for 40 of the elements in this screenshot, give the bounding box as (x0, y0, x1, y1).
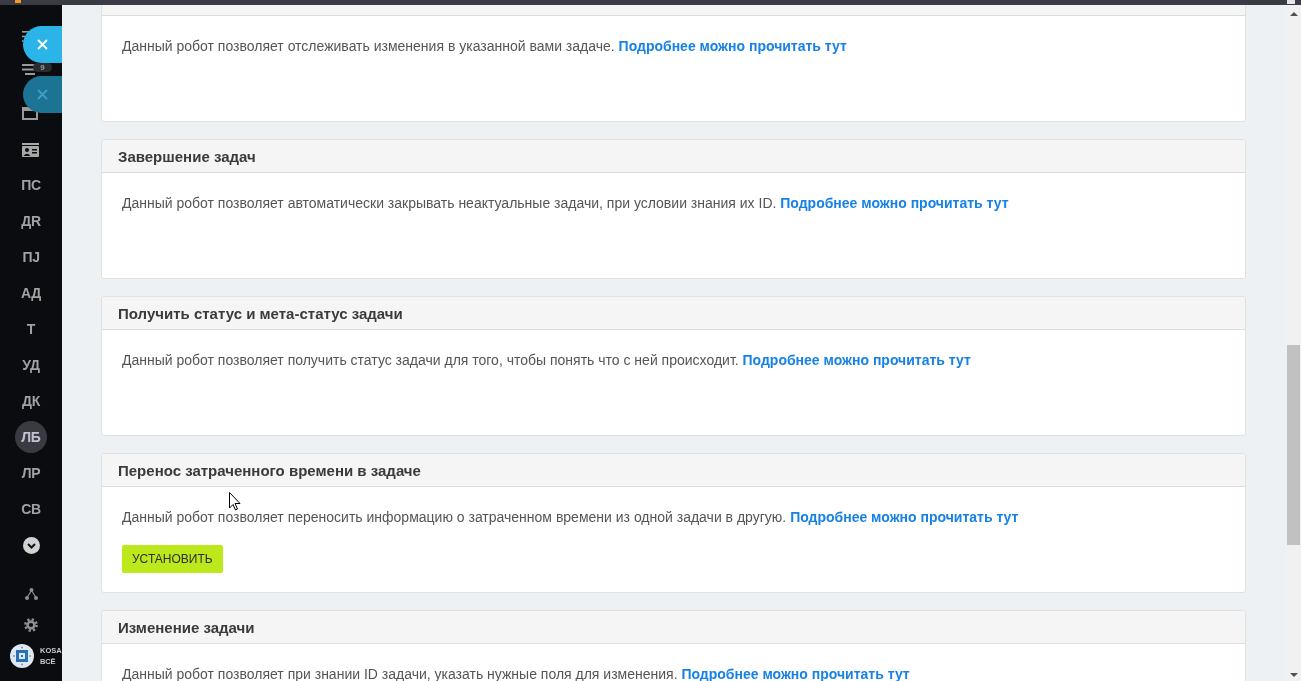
filter-count-badge: 9 (33, 63, 52, 72)
sidebar-item[interactable]: ЛР (15, 457, 47, 489)
sidebar-item[interactable]: СВ (15, 493, 47, 525)
sidebar-item[interactable]: УД (15, 349, 47, 381)
robot-description: Данный робот позволяет при знании ID задачи, указать нужные поля для изменения. Подробнее можно прочитать тут (122, 666, 911, 681)
settings-icon[interactable] (24, 617, 38, 632)
sidebar-item[interactable]: ДК (15, 385, 47, 417)
mouse-cursor-icon (229, 492, 241, 511)
scroll-down-icon[interactable] (1289, 673, 1298, 677)
sidebar-item[interactable]: Т (15, 313, 47, 345)
robot-description: Данный робот позволяет отслеживать изменения в указанной вами задаче. Подробнее можно прочитать тут (122, 38, 848, 55)
robot-description: Данный робот позволяет переносить информацию о затраченном времени из одной задачи в другую. Подробнее можно прочитать тут (122, 509, 1020, 526)
chevron-down-icon[interactable] (22, 536, 40, 554)
close-button[interactable] (23, 76, 62, 113)
read-more-link[interactable]: Подробнее можно прочитать тут (780, 195, 1009, 211)
robot-description: Данный робот позволяет получить статус задачи для того, чтобы понять что с ней происходит. Подробнее можно прочитать тут (122, 352, 972, 369)
network-icon[interactable] (24, 587, 38, 600)
sidebar-item[interactable]: АД (15, 277, 47, 309)
read-more-link[interactable]: Подробнее можно прочитать тут (681, 666, 910, 681)
close-icon (37, 39, 48, 50)
scrollbar-thumb[interactable] (1287, 345, 1300, 545)
read-more-link[interactable]: Подробнее можно прочитать тут (618, 38, 847, 54)
sidebar-item[interactable]: ПС (15, 169, 47, 201)
close-icon (37, 89, 48, 100)
sidebar-item[interactable]: ПJ (15, 241, 47, 273)
install-button[interactable]: УСТАНОВИТЬ (122, 545, 223, 573)
sidebar-item[interactable]: ЛБ (15, 421, 47, 453)
robot-title: Получить статус и мета-статус задачи (118, 304, 403, 322)
read-more-link[interactable]: Подробнее можно прочитать тут (790, 509, 1019, 525)
robot-description: Данный робот позволяет автоматически закрывать неактуальные задачи, при условии знания их ID. Подробнее можно прочитать тут (122, 195, 1010, 212)
logo-icon (10, 643, 34, 668)
sidebar-item[interactable]: ДR (15, 205, 47, 237)
robot-title: Завершение задач (118, 147, 256, 165)
contact-card-icon[interactable] (22, 142, 39, 157)
read-more-link[interactable]: Подробнее можно прочитать тут (742, 352, 971, 368)
app-mark-icon (15, 0, 21, 3)
robot-title: Изменение задачи (118, 618, 255, 636)
close-button[interactable] (23, 26, 62, 63)
robot-title: Перенос затраченного времени в задаче (118, 461, 421, 479)
scroll-up-icon[interactable] (1289, 11, 1298, 16)
